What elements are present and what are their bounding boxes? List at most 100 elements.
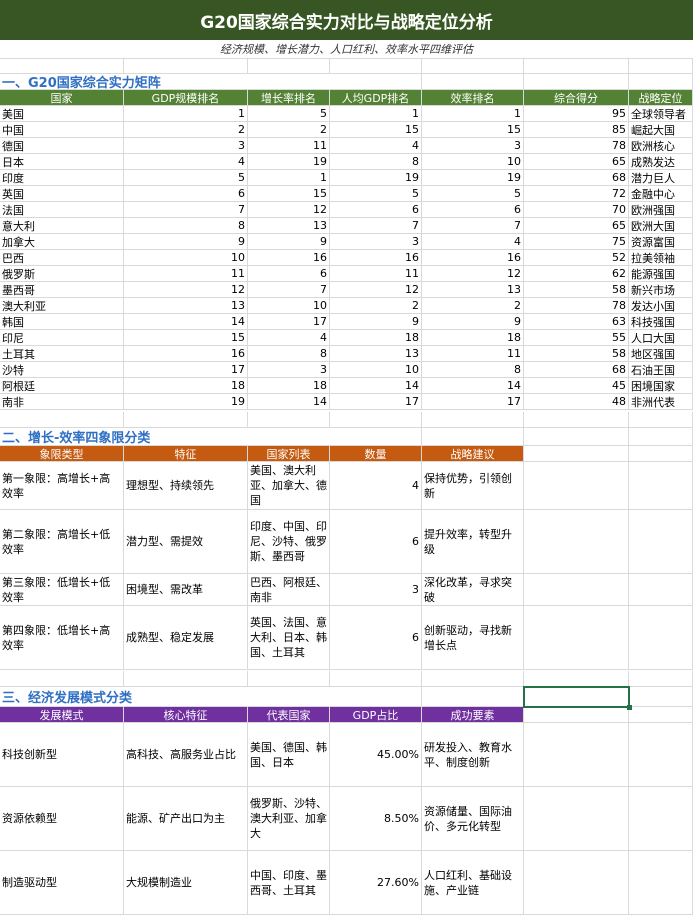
country-list-cell[interactable]: 美国、澳大利亚、加拿大、德国	[248, 462, 330, 510]
quadrant-cell[interactable]: 第二象限：高增长+低效率	[0, 510, 124, 574]
gdp-rank-cell[interactable]: 13	[124, 298, 248, 314]
header-score[interactable]: 综合得分	[524, 90, 629, 106]
header-gdp-rank[interactable]: GDP规模排名	[124, 90, 248, 106]
strategy-cell[interactable]: 创新驱动，寻找新增长点	[422, 606, 524, 670]
efficiency-rank-cell[interactable]: 19	[422, 170, 524, 186]
growth-rank-cell[interactable]: 19	[248, 154, 330, 170]
empty-cell[interactable]	[629, 787, 693, 851]
growth-rank-cell[interactable]: 15	[248, 186, 330, 202]
growth-rank-cell[interactable]: 14	[248, 394, 330, 410]
percapita-rank-cell[interactable]: 7	[330, 218, 422, 234]
efficiency-rank-cell[interactable]: 13	[422, 282, 524, 298]
efficiency-rank-cell[interactable]: 17	[422, 394, 524, 410]
quadrant-cell[interactable]: 第三象限：低增长+低效率	[0, 574, 124, 606]
country-cell[interactable]: 德国	[0, 138, 124, 154]
header-country[interactable]: 国家	[0, 90, 124, 106]
score-cell[interactable]: 58	[524, 282, 629, 298]
gdp-rank-cell[interactable]: 19	[124, 394, 248, 410]
efficiency-rank-cell[interactable]: 4	[422, 234, 524, 250]
positioning-cell[interactable]: 能源强国	[629, 266, 693, 282]
score-cell[interactable]: 65	[524, 218, 629, 234]
score-cell[interactable]: 95	[524, 106, 629, 122]
efficiency-rank-cell[interactable]: 6	[422, 202, 524, 218]
country-cell[interactable]: 英国	[0, 186, 124, 202]
header-positioning[interactable]: 战略定位	[629, 90, 693, 106]
percapita-rank-cell[interactable]: 18	[330, 330, 422, 346]
empty-cell[interactable]	[629, 606, 693, 670]
positioning-cell[interactable]: 金融中心	[629, 186, 693, 202]
percapita-rank-cell[interactable]: 11	[330, 266, 422, 282]
score-cell[interactable]: 68	[524, 170, 629, 186]
header-gdp-share[interactable]: GDP占比	[330, 707, 422, 723]
growth-rank-cell[interactable]: 9	[248, 234, 330, 250]
growth-rank-cell[interactable]: 12	[248, 202, 330, 218]
header-success-factors[interactable]: 成功要素	[422, 707, 524, 723]
positioning-cell[interactable]: 科技强国	[629, 314, 693, 330]
country-cell[interactable]: 墨西哥	[0, 282, 124, 298]
percapita-rank-cell[interactable]: 4	[330, 138, 422, 154]
positioning-cell[interactable]: 非洲代表	[629, 394, 693, 410]
growth-rank-cell[interactable]: 8	[248, 346, 330, 362]
country-cell[interactable]: 阿根廷	[0, 378, 124, 394]
gdp-rank-cell[interactable]: 3	[124, 138, 248, 154]
efficiency-rank-cell[interactable]: 3	[422, 138, 524, 154]
positioning-cell[interactable]: 成熟发达	[629, 154, 693, 170]
score-cell[interactable]: 85	[524, 122, 629, 138]
country-cell[interactable]: 意大利	[0, 218, 124, 234]
core-feature-cell[interactable]: 能源、矿产出口为主	[124, 787, 248, 851]
efficiency-rank-cell[interactable]: 2	[422, 298, 524, 314]
score-cell[interactable]: 68	[524, 362, 629, 378]
strategy-cell[interactable]: 深化改革，寻求突破	[422, 574, 524, 606]
growth-rank-cell[interactable]: 2	[248, 122, 330, 138]
country-cell[interactable]: 俄罗斯	[0, 266, 124, 282]
score-cell[interactable]: 78	[524, 138, 629, 154]
score-cell[interactable]: 65	[524, 154, 629, 170]
growth-rank-cell[interactable]: 7	[248, 282, 330, 298]
gdp-rank-cell[interactable]: 18	[124, 378, 248, 394]
country-cell[interactable]: 沙特	[0, 362, 124, 378]
percapita-rank-cell[interactable]: 13	[330, 346, 422, 362]
score-cell[interactable]: 55	[524, 330, 629, 346]
country-cell[interactable]: 南非	[0, 394, 124, 410]
country-cell[interactable]: 韩国	[0, 314, 124, 330]
percapita-rank-cell[interactable]: 3	[330, 234, 422, 250]
header-growth-rank[interactable]: 增长率排名	[248, 90, 330, 106]
empty-cell[interactable]	[524, 787, 629, 851]
percapita-rank-cell[interactable]: 5	[330, 186, 422, 202]
count-cell[interactable]: 6	[330, 606, 422, 670]
growth-rank-cell[interactable]: 3	[248, 362, 330, 378]
percapita-rank-cell[interactable]: 2	[330, 298, 422, 314]
score-cell[interactable]: 45	[524, 378, 629, 394]
score-cell[interactable]: 70	[524, 202, 629, 218]
success-factors-cell[interactable]: 资源储量、国际油价、多元化转型	[422, 787, 524, 851]
efficiency-rank-cell[interactable]: 18	[422, 330, 524, 346]
gdp-rank-cell[interactable]: 5	[124, 170, 248, 186]
country-cell[interactable]: 巴西	[0, 250, 124, 266]
efficiency-rank-cell[interactable]: 12	[422, 266, 524, 282]
positioning-cell[interactable]: 欧洲大国	[629, 218, 693, 234]
efficiency-rank-cell[interactable]: 9	[422, 314, 524, 330]
positioning-cell[interactable]: 人口大国	[629, 330, 693, 346]
gdp-rank-cell[interactable]: 15	[124, 330, 248, 346]
feature-cell[interactable]: 成熟型、稳定发展	[124, 606, 248, 670]
positioning-cell[interactable]: 全球领导者	[629, 106, 693, 122]
feature-cell[interactable]: 潜力型、需提效	[124, 510, 248, 574]
success-factors-cell[interactable]: 人口红利、基础设施、产业链	[422, 851, 524, 915]
rep-countries-cell[interactable]: 俄罗斯、沙特、澳大利亚、加拿大	[248, 787, 330, 851]
score-cell[interactable]: 52	[524, 250, 629, 266]
efficiency-rank-cell[interactable]: 1	[422, 106, 524, 122]
percapita-rank-cell[interactable]: 9	[330, 314, 422, 330]
rep-countries-cell[interactable]: 中国、印度、墨西哥、土耳其	[248, 851, 330, 915]
count-cell[interactable]: 3	[330, 574, 422, 606]
gdp-rank-cell[interactable]: 17	[124, 362, 248, 378]
mode-cell[interactable]: 科技创新型	[0, 723, 124, 787]
gdp-rank-cell[interactable]: 4	[124, 154, 248, 170]
header-efficiency-rank[interactable]: 效率排名	[422, 90, 524, 106]
empty-cell[interactable]	[629, 574, 693, 606]
header-percapita-rank[interactable]: 人均GDP排名	[330, 90, 422, 106]
strategy-cell[interactable]: 提升效率，转型升级	[422, 510, 524, 574]
score-cell[interactable]: 58	[524, 346, 629, 362]
gdp-rank-cell[interactable]: 1	[124, 106, 248, 122]
score-cell[interactable]: 78	[524, 298, 629, 314]
country-cell[interactable]: 中国	[0, 122, 124, 138]
